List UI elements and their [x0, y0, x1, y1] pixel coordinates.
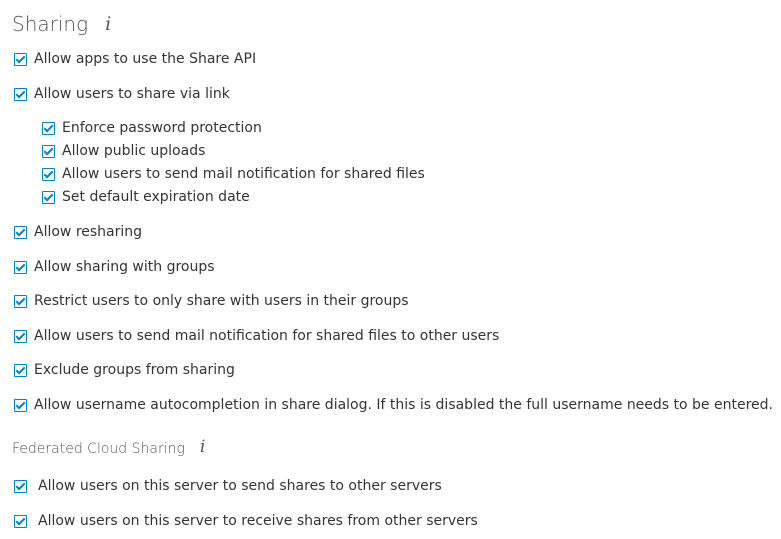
sharing-section-title: Sharing i: [12, 12, 111, 36]
checkbox-checked-icon[interactable]: [14, 363, 27, 377]
checkbox-label: Restrict users to only share with users …: [34, 293, 409, 309]
info-icon[interactable]: i: [200, 437, 205, 457]
checkbox-label: Allow users to share via link: [34, 86, 230, 102]
checkbox-label: Set default expiration date: [62, 189, 250, 205]
checkbox-mail-notification-other-users[interactable]: Allow users to send mail notification fo…: [14, 326, 499, 346]
checkbox-label: Allow users on this server to send share…: [38, 478, 442, 494]
checkbox-allow-share-api[interactable]: Allow apps to use the Share API: [14, 49, 256, 69]
checkbox-link-mail-notification[interactable]: Allow users to send mail notification fo…: [42, 164, 425, 184]
checkbox-restrict-to-groups[interactable]: Restrict users to only share with users …: [14, 291, 409, 311]
checkbox-label: Exclude groups from sharing: [34, 362, 235, 378]
checkbox-checked-icon[interactable]: [14, 398, 27, 412]
checkbox-exclude-groups[interactable]: Exclude groups from sharing: [14, 360, 235, 380]
checkbox-allow-resharing[interactable]: Allow resharing: [14, 222, 142, 242]
info-icon[interactable]: i: [105, 13, 111, 35]
checkbox-checked-icon[interactable]: [42, 190, 55, 204]
checkbox-label: Allow users to send mail notification fo…: [62, 166, 425, 182]
checkbox-enforce-password[interactable]: Enforce password protection: [42, 118, 262, 138]
checkbox-checked-icon[interactable]: [42, 121, 55, 135]
checkbox-label: Allow username autocompletion in share d…: [34, 397, 773, 413]
checkbox-label: Allow sharing with groups: [34, 259, 215, 275]
federated-title-text: Federated Cloud Sharing: [12, 441, 185, 457]
checkbox-federated-receive[interactable]: Allow users on this server to receive sh…: [14, 511, 478, 531]
checkbox-checked-icon[interactable]: [14, 52, 27, 66]
checkbox-checked-icon[interactable]: [42, 144, 55, 158]
checkbox-label: Allow users to send mail notification fo…: [34, 328, 500, 344]
checkbox-label: Allow apps to use the Share API: [34, 51, 257, 67]
checkbox-checked-icon[interactable]: [14, 260, 27, 274]
checkbox-username-autocompletion[interactable]: Allow username autocompletion in share d…: [14, 395, 773, 415]
checkbox-checked-icon[interactable]: [14, 514, 27, 528]
checkbox-allow-group-sharing[interactable]: Allow sharing with groups: [14, 257, 215, 277]
checkbox-default-expiration[interactable]: Set default expiration date: [42, 187, 250, 207]
checkbox-federated-send[interactable]: Allow users on this server to send share…: [14, 476, 442, 496]
checkbox-label: Enforce password protection: [62, 120, 262, 136]
checkbox-checked-icon[interactable]: [14, 87, 27, 101]
sharing-title-text: Sharing: [12, 12, 89, 36]
checkbox-checked-icon[interactable]: [14, 225, 27, 239]
checkbox-label: Allow users on this server to receive sh…: [38, 513, 478, 529]
federated-section-title: Federated Cloud Sharing i: [12, 437, 205, 457]
checkbox-checked-icon[interactable]: [14, 294, 27, 308]
checkbox-checked-icon[interactable]: [42, 167, 55, 181]
checkbox-checked-icon[interactable]: [14, 479, 27, 493]
checkbox-allow-public-uploads[interactable]: Allow public uploads: [42, 141, 205, 161]
checkbox-allow-share-via-link[interactable]: Allow users to share via link: [14, 84, 230, 104]
checkbox-label: Allow resharing: [34, 224, 143, 240]
checkbox-label: Allow public uploads: [62, 143, 206, 159]
checkbox-checked-icon[interactable]: [14, 329, 27, 343]
